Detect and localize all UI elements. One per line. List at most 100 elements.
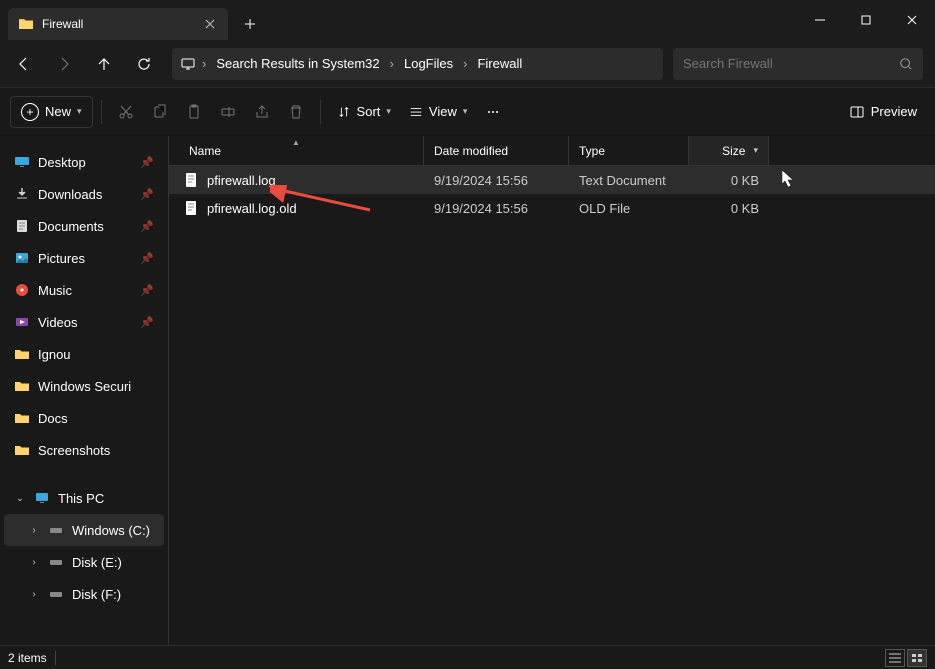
more-button[interactable] <box>477 96 509 128</box>
file-size: 0 KB <box>689 201 769 216</box>
tab-close-button[interactable] <box>202 16 218 32</box>
delete-button[interactable] <box>280 96 312 128</box>
sidebar-item-label: Windows (C:) <box>72 523 154 538</box>
preview-button[interactable]: Preview <box>841 96 925 128</box>
new-button[interactable]: + New ▾ <box>10 96 93 128</box>
view-toggles <box>885 649 927 667</box>
new-label: New <box>45 104 71 119</box>
refresh-button[interactable] <box>126 46 162 82</box>
sidebar-item[interactable]: Windows Securi <box>4 370 164 402</box>
file-size: 0 KB <box>689 173 769 188</box>
sidebar-item-label: Videos <box>38 315 132 330</box>
forward-button[interactable] <box>46 46 82 82</box>
up-button[interactable] <box>86 46 122 82</box>
rename-button[interactable] <box>212 96 244 128</box>
sidebar-item[interactable]: Screenshots <box>4 434 164 466</box>
downloads-icon <box>14 186 30 202</box>
view-button[interactable]: View ▾ <box>401 96 475 128</box>
breadcrumb-item[interactable]: Search Results in System32 <box>212 54 383 73</box>
sidebar-item-drive[interactable]: › Windows (C:) <box>4 514 164 546</box>
sidebar-item[interactable]: Videos 📌 <box>4 306 164 338</box>
pin-icon: 📌 <box>140 252 154 265</box>
item-count: 2 items <box>8 651 47 665</box>
divider <box>55 651 56 665</box>
sort-indicator-icon: ▲ <box>292 138 300 147</box>
sidebar-item-label: Documents <box>38 219 132 234</box>
paste-button[interactable] <box>178 96 210 128</box>
cut-button[interactable] <box>110 96 142 128</box>
documents-icon <box>14 218 30 234</box>
monitor-icon <box>180 56 196 72</box>
file-type: OLD File <box>569 201 689 216</box>
sidebar: Desktop📌Downloads📌Documents📌Pictures📌Mus… <box>0 136 168 645</box>
maximize-button[interactable] <box>843 0 889 40</box>
search-input[interactable] <box>683 56 899 71</box>
chevron-right-icon: › <box>463 56 467 71</box>
sidebar-item[interactable]: Docs <box>4 402 164 434</box>
chevron-down-icon: ▾ <box>753 145 758 156</box>
sidebar-item-label: Music <box>38 283 132 298</box>
breadcrumb-item[interactable]: Firewall <box>473 54 526 73</box>
chevron-right-icon: › <box>28 589 40 600</box>
chevron-right-icon: › <box>28 525 40 536</box>
sidebar-item-label: Ignou <box>38 347 154 362</box>
file-row[interactable]: pfirewall.log.old 9/19/2024 15:56 OLD Fi… <box>169 194 935 222</box>
sidebar-item-drive[interactable]: ›Disk (F:) <box>4 578 164 610</box>
folder-icon <box>14 442 30 458</box>
column-size[interactable]: Size▾ <box>689 136 769 165</box>
icons-view-toggle[interactable] <box>907 649 927 667</box>
music-icon <box>14 282 30 298</box>
search-box[interactable] <box>673 48 923 80</box>
view-label: View <box>429 104 457 119</box>
tab-title: Firewall <box>42 17 194 31</box>
details-view-toggle[interactable] <box>885 649 905 667</box>
content-pane: Name ▲ Date modified Type Size▾ pfirewal… <box>168 136 935 645</box>
divider <box>320 100 321 124</box>
sidebar-item-thispc[interactable]: ⌄This PC <box>4 482 164 514</box>
sort-button[interactable]: Sort ▾ <box>329 96 399 128</box>
share-button[interactable] <box>246 96 278 128</box>
file-list: pfirewall.log 9/19/2024 15:56 Text Docum… <box>169 166 935 222</box>
chevron-down-icon: ⌄ <box>14 493 26 504</box>
sidebar-item[interactable]: Desktop📌 <box>4 146 164 178</box>
column-date[interactable]: Date modified <box>424 136 569 165</box>
drive-icon <box>48 554 64 570</box>
chevron-down-icon: ▾ <box>386 106 391 117</box>
sidebar-item[interactable]: Downloads📌 <box>4 178 164 210</box>
copy-button[interactable] <box>144 96 176 128</box>
sidebar-item-label: Pictures <box>38 251 132 266</box>
chevron-right-icon: › <box>390 56 394 71</box>
sidebar-item[interactable]: Documents📌 <box>4 210 164 242</box>
column-name[interactable]: Name ▲ <box>169 136 424 165</box>
preview-label: Preview <box>871 104 917 119</box>
sidebar-item-label: Windows Securi <box>38 379 154 394</box>
sidebar-item-label: Screenshots <box>38 443 154 458</box>
back-button[interactable] <box>6 46 42 82</box>
pin-icon: 📌 <box>140 284 154 297</box>
sidebar-item[interactable]: Music 📌 <box>4 274 164 306</box>
file-row[interactable]: pfirewall.log 9/19/2024 15:56 Text Docum… <box>169 166 935 194</box>
sidebar-item[interactable]: Pictures 📌 <box>4 242 164 274</box>
desktop-icon <box>14 154 30 170</box>
new-tab-button[interactable] <box>234 8 266 40</box>
sort-label: Sort <box>357 104 381 119</box>
sidebar-item-drive[interactable]: ›Disk (E:) <box>4 546 164 578</box>
minimize-button[interactable] <box>797 0 843 40</box>
chevron-right-icon: › <box>202 56 206 71</box>
drive-icon <box>48 522 64 538</box>
column-headers: Name ▲ Date modified Type Size▾ <box>169 136 935 166</box>
sidebar-item-label: Docs <box>38 411 154 426</box>
sidebar-item[interactable]: Ignou <box>4 338 164 370</box>
main-area: Desktop📌Downloads📌Documents📌Pictures📌Mus… <box>0 136 935 645</box>
pin-icon: 📌 <box>140 156 154 169</box>
breadcrumb-item[interactable]: LogFiles <box>400 54 457 73</box>
breadcrumb[interactable]: › Search Results in System32 › LogFiles … <box>172 48 663 80</box>
file-icon <box>183 172 199 188</box>
close-button[interactable] <box>889 0 935 40</box>
folder-icon <box>14 378 30 394</box>
search-icon <box>899 57 913 71</box>
window-tab[interactable]: Firewall <box>8 8 228 40</box>
pc-icon <box>34 490 50 506</box>
pin-icon: 📌 <box>140 316 154 329</box>
column-type[interactable]: Type <box>569 136 689 165</box>
